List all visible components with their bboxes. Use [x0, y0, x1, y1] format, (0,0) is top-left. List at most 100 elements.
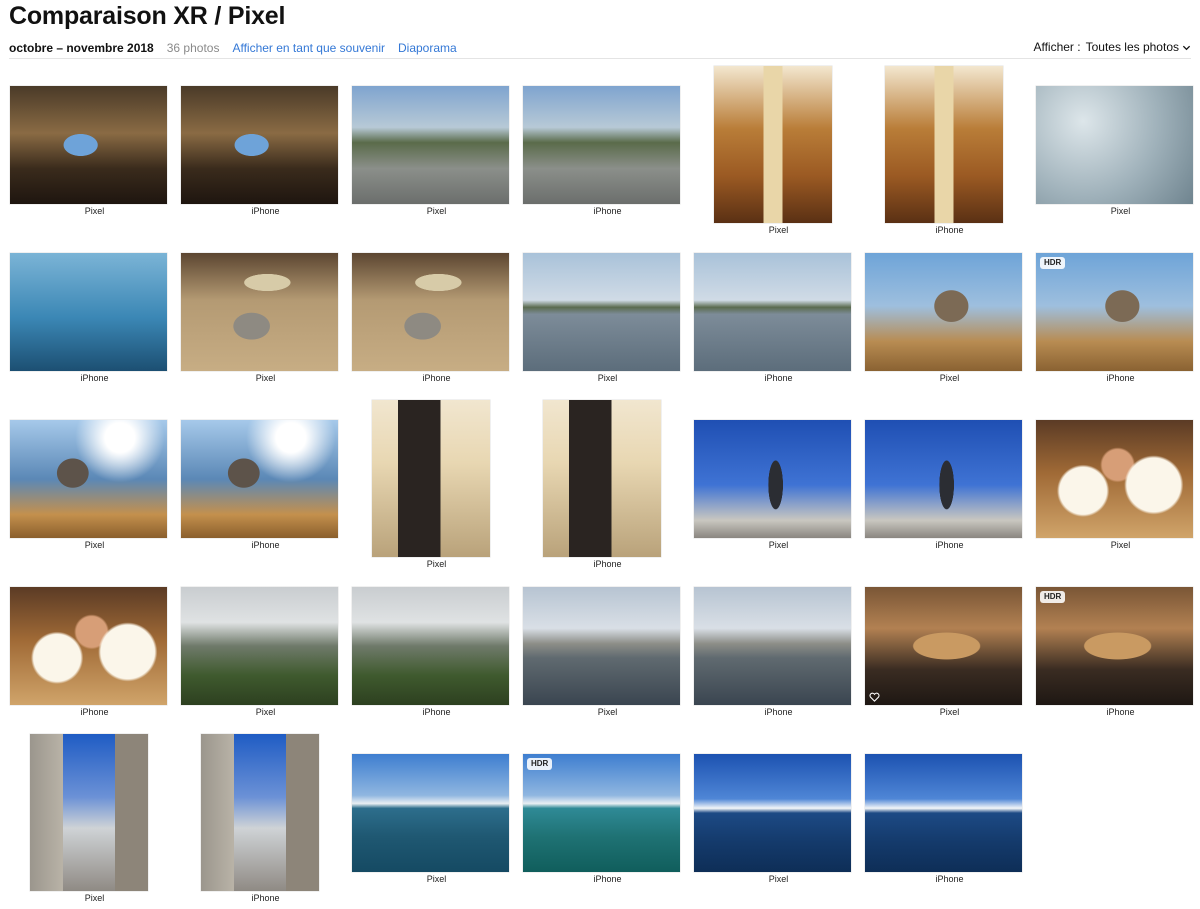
photo-caption: iPhone	[422, 373, 451, 383]
photo-image[interactable]	[181, 420, 338, 538]
photo-caption: Pixel	[426, 206, 447, 216]
photo-image[interactable]	[352, 587, 509, 705]
photo-caption: iPhone	[251, 206, 280, 216]
photo-caption: Pixel	[1110, 206, 1131, 216]
photo-image[interactable]	[865, 420, 1022, 538]
photo-image[interactable]	[714, 66, 832, 223]
photo-image[interactable]	[30, 734, 148, 891]
photo-thumbnail[interactable]: Pixel	[693, 66, 864, 241]
photo-caption: Pixel	[768, 874, 789, 884]
photo-image[interactable]	[181, 86, 338, 204]
photo-image[interactable]	[372, 400, 490, 557]
photo-image[interactable]	[352, 754, 509, 872]
photo-thumbnail[interactable]: Pixel	[1035, 400, 1200, 575]
photo-image[interactable]	[885, 66, 1003, 223]
photo-image[interactable]	[1036, 420, 1193, 538]
photo-thumbnail[interactable]: HDR iPhone	[1035, 233, 1200, 408]
hdr-badge: HDR	[527, 758, 553, 770]
photo-caption: iPhone	[764, 373, 793, 383]
photo-caption: Pixel	[939, 373, 960, 383]
photo-thumbnail[interactable]: iPhone	[180, 400, 351, 575]
photo-thumbnail[interactable]: iPhone	[351, 233, 522, 408]
hdr-badge: HDR	[1040, 257, 1066, 269]
photo-image[interactable]	[352, 86, 509, 204]
photo-thumbnail[interactable]: Pixel	[522, 233, 693, 408]
photo-thumbnail[interactable]: iPhone	[522, 400, 693, 575]
photo-caption: iPhone	[764, 707, 793, 717]
photo-thumbnail[interactable]: Pixel	[1035, 66, 1200, 241]
photo-caption: iPhone	[80, 373, 109, 383]
photo-grid: Pixel iPhone Pixel iPhone Pixel iPhone Pixel iP…	[0, 0, 1200, 903]
photo-thumbnail[interactable]: iPhone	[864, 66, 1035, 241]
photo-thumbnail[interactable]: Pixel	[351, 66, 522, 241]
photo-thumbnail[interactable]: iPhone	[693, 233, 864, 408]
photo-image[interactable]	[201, 734, 319, 891]
photo-thumbnail[interactable]: iPhone	[351, 567, 522, 742]
photo-caption: iPhone	[935, 874, 964, 884]
photo-thumbnail[interactable]: Pixel	[522, 567, 693, 742]
photo-image[interactable]	[10, 86, 167, 204]
photo-image[interactable]	[694, 587, 851, 705]
photo-thumbnail[interactable]: Pixel	[693, 734, 864, 909]
heart-icon[interactable]	[869, 692, 880, 702]
photo-image[interactable]	[181, 587, 338, 705]
photo-caption: iPhone	[593, 874, 622, 884]
photo-caption: Pixel	[426, 874, 447, 884]
photo-image[interactable]	[10, 420, 167, 538]
photo-caption: Pixel	[84, 540, 105, 550]
photo-image[interactable]	[1036, 86, 1193, 204]
photo-caption: Pixel	[939, 707, 960, 717]
photo-caption: iPhone	[80, 707, 109, 717]
photo-thumbnail[interactable]: iPhone	[522, 66, 693, 241]
photo-caption: Pixel	[597, 707, 618, 717]
photo-caption: iPhone	[251, 893, 280, 903]
photo-caption: Pixel	[597, 373, 618, 383]
photo-thumbnail[interactable]: Pixel	[9, 734, 180, 909]
photo-image[interactable]	[181, 253, 338, 371]
photo-thumbnail[interactable]: iPhone	[180, 734, 351, 909]
photo-image[interactable]	[694, 420, 851, 538]
photo-thumbnail[interactable]: iPhone	[693, 567, 864, 742]
photo-image[interactable]	[865, 754, 1022, 872]
photo-caption: Pixel	[255, 707, 276, 717]
photo-image[interactable]	[865, 253, 1022, 371]
photo-image[interactable]	[10, 253, 167, 371]
photo-thumbnail[interactable]: Pixel	[864, 567, 1035, 742]
photo-thumbnail[interactable]: Pixel	[351, 734, 522, 909]
photo-thumbnail[interactable]: HDR iPhone	[1035, 567, 1200, 742]
photo-caption: Pixel	[255, 373, 276, 383]
photo-caption: Pixel	[84, 893, 105, 903]
photo-caption: iPhone	[593, 206, 622, 216]
photo-thumbnail[interactable]: Pixel	[693, 400, 864, 575]
photo-image[interactable]: HDR	[523, 754, 680, 872]
photo-image[interactable]	[10, 587, 167, 705]
photo-image[interactable]	[523, 587, 680, 705]
photo-thumbnail[interactable]: Pixel	[9, 400, 180, 575]
photo-thumbnail[interactable]: Pixel	[180, 233, 351, 408]
photo-thumbnail[interactable]: Pixel	[351, 400, 522, 575]
photo-thumbnail[interactable]: iPhone	[864, 734, 1035, 909]
photo-thumbnail[interactable]: Pixel	[180, 567, 351, 742]
photo-image[interactable]	[523, 253, 680, 371]
photo-thumbnail[interactable]: iPhone	[9, 567, 180, 742]
photo-caption: iPhone	[1106, 707, 1135, 717]
photo-caption: iPhone	[1106, 373, 1135, 383]
photo-image[interactable]	[352, 253, 509, 371]
photo-image[interactable]	[694, 253, 851, 371]
photo-thumbnail[interactable]: iPhone	[180, 66, 351, 241]
photo-thumbnail[interactable]: Pixel	[9, 66, 180, 241]
photo-image[interactable]	[694, 754, 851, 872]
photo-thumbnail[interactable]: Pixel	[864, 233, 1035, 408]
photo-thumbnail[interactable]: iPhone	[864, 400, 1035, 575]
photo-caption: iPhone	[422, 707, 451, 717]
photo-caption: Pixel	[768, 540, 789, 550]
photo-caption: Pixel	[1110, 540, 1131, 550]
photo-caption: iPhone	[935, 540, 964, 550]
photo-image[interactable]: HDR	[1036, 587, 1193, 705]
photo-image[interactable]	[543, 400, 661, 557]
photo-image[interactable]	[523, 86, 680, 204]
photo-thumbnail[interactable]: iPhone	[9, 233, 180, 408]
photo-thumbnail[interactable]: HDR iPhone	[522, 734, 693, 909]
photo-image[interactable]	[865, 587, 1022, 705]
photo-image[interactable]: HDR	[1036, 253, 1193, 371]
